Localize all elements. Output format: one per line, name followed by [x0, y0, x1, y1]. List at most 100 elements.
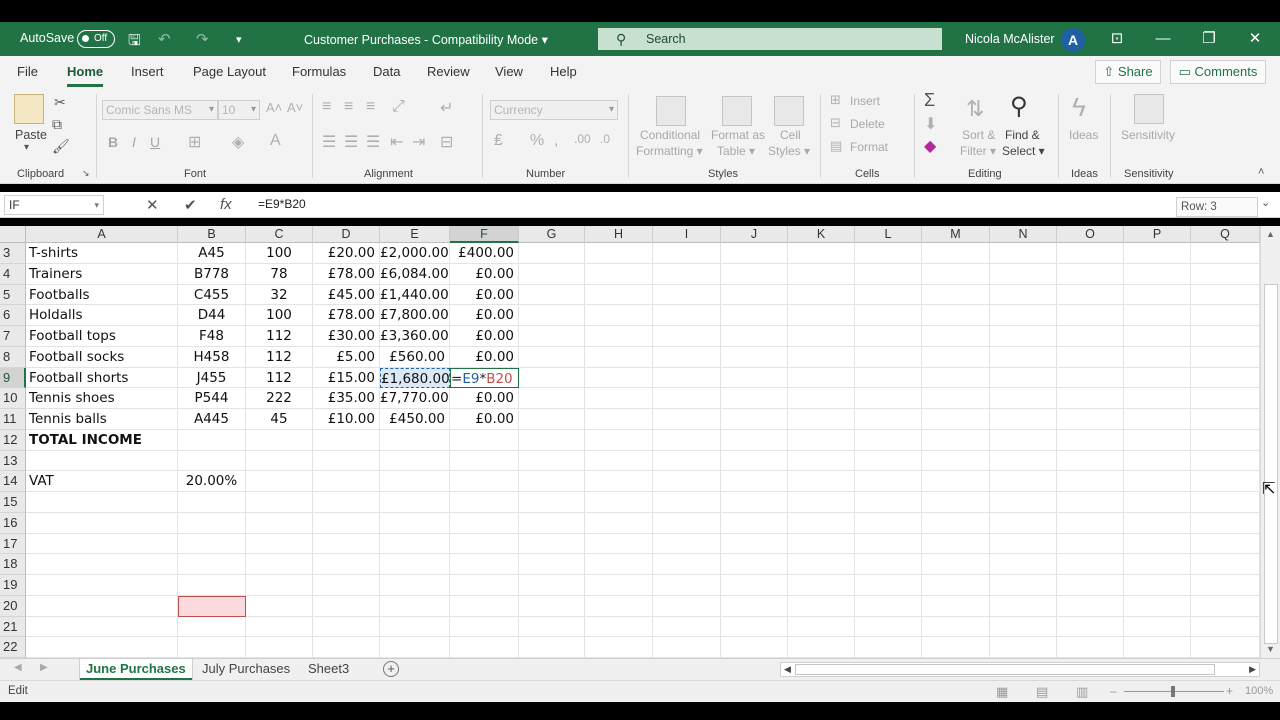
cell-h9[interactable] [585, 367, 653, 389]
conditional-formatting-label-1[interactable]: Conditional [640, 128, 700, 142]
cell-styles-label-1[interactable]: Cell [780, 128, 801, 142]
cell-c19[interactable] [246, 575, 313, 596]
cell-k16[interactable] [788, 512, 855, 534]
insert-function-icon[interactable]: fx [220, 196, 232, 213]
cell-j11[interactable] [721, 409, 788, 430]
cell-j19[interactable] [721, 575, 788, 596]
cell-b20[interactable] [178, 595, 246, 617]
cell-j3[interactable] [721, 243, 788, 264]
share-button[interactable]: ⇧ Share [1095, 60, 1161, 84]
cell-a3[interactable]: T-shirts [26, 243, 178, 264]
cell-e17[interactable] [380, 533, 450, 555]
cell-a9[interactable]: Football shorts [26, 367, 178, 389]
formula-input[interactable]: =E9*B20 [258, 197, 306, 211]
autosave-toggle[interactable]: Off [77, 30, 115, 48]
row-header-7[interactable]: 7 [0, 326, 26, 347]
close-button[interactable]: ✕ [1240, 28, 1270, 50]
cell-p16[interactable] [1124, 512, 1191, 534]
cell-e18[interactable] [380, 554, 450, 575]
cell-n21[interactable] [990, 616, 1057, 638]
bold-button[interactable]: B [108, 134, 118, 150]
cell-f18[interactable] [450, 554, 519, 575]
cell-m11[interactable] [922, 409, 990, 430]
cell-n14[interactable] [990, 471, 1057, 492]
cell-h7[interactable] [585, 326, 653, 347]
cell-g4[interactable] [519, 263, 585, 285]
cell-q8[interactable] [1191, 346, 1260, 368]
cell-g15[interactable] [519, 492, 585, 513]
cell-h18[interactable] [585, 554, 653, 575]
cell-k17[interactable] [788, 533, 855, 555]
cell-k14[interactable] [788, 471, 855, 492]
cell-j6[interactable] [721, 305, 788, 326]
cell-e15[interactable] [380, 492, 450, 513]
cell-e7[interactable]: £3,360.00 [380, 326, 450, 347]
cell-o20[interactable] [1057, 595, 1124, 617]
cell-n10[interactable] [990, 388, 1057, 409]
cell-g22[interactable] [519, 637, 585, 658]
scroll-up-icon[interactable]: ▲ [1266, 229, 1275, 239]
cell-m9[interactable] [922, 367, 990, 389]
find-select-label-1[interactable]: Find & [1005, 128, 1040, 142]
column-header-d[interactable]: D [313, 226, 380, 243]
cell-o15[interactable] [1057, 492, 1124, 513]
cell-a17[interactable] [26, 533, 178, 555]
cell-f19[interactable] [450, 575, 519, 596]
orientation-icon[interactable]: ⤢ [392, 98, 405, 116]
cell-d18[interactable] [313, 554, 380, 575]
cell-o7[interactable] [1057, 326, 1124, 347]
cell-l19[interactable] [855, 575, 922, 596]
row-header-8[interactable]: 8 [0, 346, 26, 368]
cell-b5[interactable]: C455 [178, 284, 246, 306]
cell-g16[interactable] [519, 512, 585, 534]
cell-o19[interactable] [1057, 575, 1124, 596]
cell-a11[interactable]: Tennis balls [26, 409, 178, 430]
cell-p13[interactable] [1124, 450, 1191, 472]
cell-h15[interactable] [585, 492, 653, 513]
row-header-10[interactable]: 10 [0, 388, 26, 409]
cell-i11[interactable] [653, 409, 721, 430]
column-header-o[interactable]: O [1057, 226, 1124, 243]
cell-e5[interactable]: £1,440.00 [380, 284, 450, 306]
cell-o11[interactable] [1057, 409, 1124, 430]
cell-i7[interactable] [653, 326, 721, 347]
cell-p12[interactable] [1124, 429, 1191, 451]
cell-c20[interactable] [246, 595, 313, 617]
cell-f20[interactable] [450, 595, 519, 617]
cell-j17[interactable] [721, 533, 788, 555]
cut-icon[interactable]: ✂ [54, 94, 66, 111]
cell-c17[interactable] [246, 533, 313, 555]
cell-f5[interactable]: £0.00 [450, 284, 519, 306]
underline-button[interactable]: U [150, 134, 160, 150]
cell-j10[interactable] [721, 388, 788, 409]
cell-o10[interactable] [1057, 388, 1124, 409]
cell-j20[interactable] [721, 595, 788, 617]
cell-m14[interactable] [922, 471, 990, 492]
cell-a14[interactable]: VAT [26, 471, 178, 492]
cell-h17[interactable] [585, 533, 653, 555]
cell-i4[interactable] [653, 263, 721, 285]
cell-c10[interactable]: 222 [246, 388, 313, 409]
cell-p3[interactable] [1124, 243, 1191, 264]
font-name-combo[interactable]: Comic Sans MS [102, 100, 218, 120]
align-bottom-icon[interactable]: ≡ [366, 98, 375, 116]
cell-e3[interactable]: £2,000.00 [380, 243, 450, 264]
format-cells-label[interactable]: Format [850, 140, 888, 154]
cell-f9[interactable]: =E9*B20 [450, 367, 519, 389]
cell-o17[interactable] [1057, 533, 1124, 555]
cell-b3[interactable]: A45 [178, 243, 246, 264]
cell-b19[interactable] [178, 575, 246, 596]
cell-p6[interactable] [1124, 305, 1191, 326]
delete-cells-label[interactable]: Delete [850, 117, 885, 131]
cell-p21[interactable] [1124, 616, 1191, 638]
cell-q22[interactable] [1191, 637, 1260, 658]
tab-view[interactable]: View [495, 64, 523, 79]
cell-i3[interactable] [653, 243, 721, 264]
decrease-indent-icon[interactable]: ⇤ [390, 132, 403, 152]
cell-m20[interactable] [922, 595, 990, 617]
cell-k21[interactable] [788, 616, 855, 638]
cell-g13[interactable] [519, 450, 585, 472]
cell-b14[interactable]: 20.00% [178, 471, 246, 492]
cell-c13[interactable] [246, 450, 313, 472]
cell-m3[interactable] [922, 243, 990, 264]
